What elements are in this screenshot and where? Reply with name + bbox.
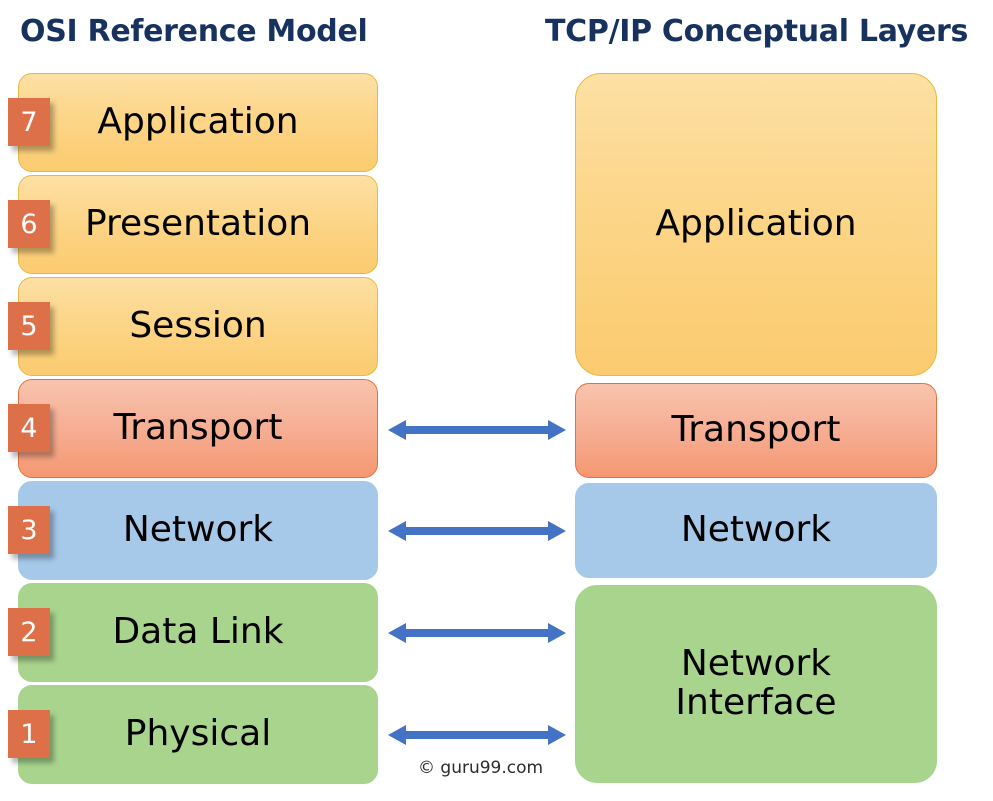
badge-number: 5 — [20, 310, 38, 342]
osi-number-badge-1: 1 — [8, 710, 50, 758]
badge-number: 1 — [20, 718, 38, 750]
badge-number: 2 — [20, 616, 38, 648]
badge-number: 7 — [20, 106, 38, 138]
osi-layer-label: Session — [129, 305, 267, 347]
osi-layer-label: Network — [122, 509, 274, 551]
copyright-watermark: © guru99.com — [418, 758, 544, 778]
osi-layer-network[interactable]: Network — [18, 481, 378, 580]
osi-number-badge-7: 7 — [8, 98, 50, 146]
tcpip-layer-label: Application — [655, 203, 857, 245]
osi-layer-data-link[interactable]: Data Link — [18, 583, 378, 682]
tcpip-layer-transport[interactable]: Transport — [575, 383, 937, 478]
tcpip-layer-label: Network — [680, 509, 832, 551]
tcpip-column-title: TCP/IP Conceptual Layers — [545, 14, 969, 49]
osi-layer-transport[interactable]: Transport — [18, 379, 378, 478]
osi-layer-label: Transport — [113, 407, 283, 449]
osi-number-badge-3: 3 — [8, 506, 50, 554]
osi-number-badge-5: 5 — [8, 302, 50, 350]
osi-layer-physical[interactable]: Physical — [18, 685, 378, 784]
tcpip-layer-network-interface[interactable]: Network Interface — [575, 585, 937, 783]
osi-layer-label: Data Link — [112, 611, 284, 653]
tcpip-layer-label: Network Interface — [675, 643, 837, 723]
osi-column-title: OSI Reference Model — [20, 14, 368, 49]
osi-layer-session[interactable]: Session — [18, 277, 378, 376]
osi-number-badge-6: 6 — [8, 200, 50, 248]
osi-layer-label: Presentation — [84, 203, 312, 245]
tcpip-layer-network[interactable]: Network — [575, 483, 937, 578]
badge-number: 3 — [20, 514, 38, 546]
osi-layer-application[interactable]: Application — [18, 73, 378, 172]
osi-layer-presentation[interactable]: Presentation — [18, 175, 378, 274]
mapping-arrow-physical — [388, 722, 566, 748]
tcpip-layer-label: Transport — [671, 409, 841, 451]
badge-number: 6 — [20, 208, 38, 240]
badge-number: 4 — [20, 412, 38, 444]
osi-layer-label: Application — [97, 101, 299, 143]
mapping-arrow-network — [388, 518, 566, 544]
mapping-arrow-transport — [388, 417, 566, 443]
osi-number-badge-4: 4 — [8, 404, 50, 452]
osi-layer-label: Physical — [124, 713, 272, 755]
mapping-arrow-data-link — [388, 620, 566, 646]
diagram-canvas: OSI Reference Model TCP/IP Conceptual La… — [0, 0, 993, 801]
osi-number-badge-2: 2 — [8, 608, 50, 656]
tcpip-layer-application[interactable]: Application — [575, 73, 937, 376]
